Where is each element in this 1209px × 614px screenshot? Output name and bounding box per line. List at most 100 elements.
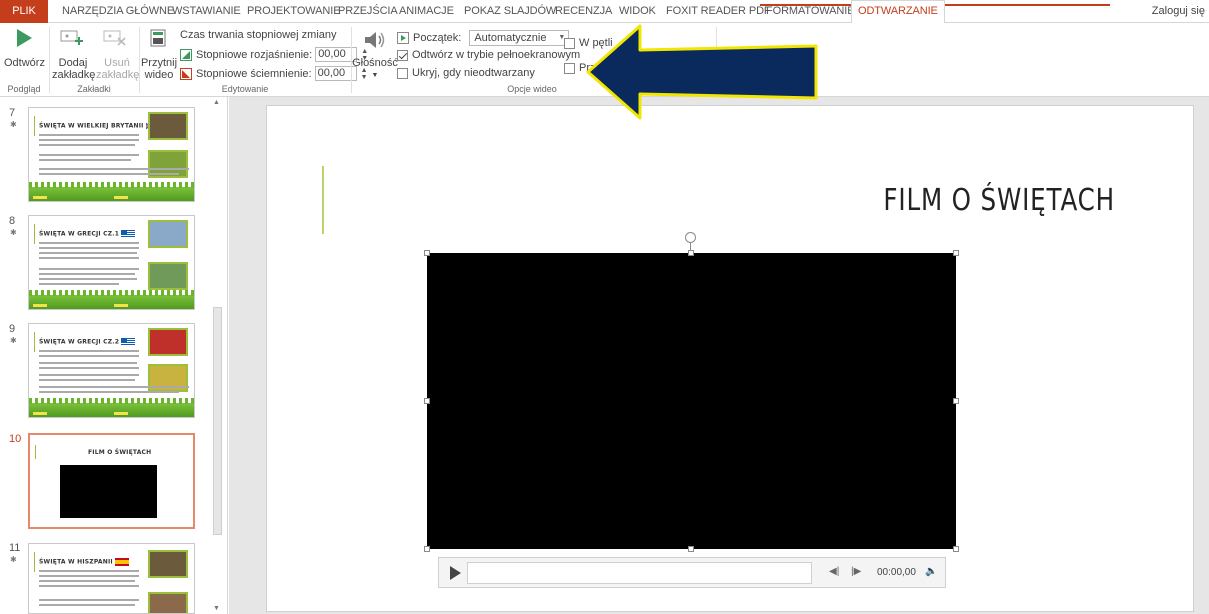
thumb-image [148,112,188,140]
scroll-down-icon[interactable]: ▼ [213,605,220,612]
play-preview-label: Odtwórz [4,57,45,69]
thumb-text-line [39,580,135,582]
scrollbar-thumb[interactable] [213,307,222,535]
slide-thumbnail-11[interactable]: ŚWIĘTA W HISZPANII [28,543,195,614]
thumb-image [148,220,188,248]
remove-bookmark-button[interactable] [97,29,133,50]
thumb-text-line [39,575,139,577]
add-bookmark-button[interactable] [54,29,90,50]
tab-view[interactable]: WIDOK [619,5,656,17]
thumb-text-line [39,604,135,606]
video-placeholder[interactable] [427,253,956,549]
resize-handle[interactable] [688,546,694,552]
tab-slideshow[interactable]: POKAZ SLAJDÓW [464,5,556,17]
start-row: Początek: Automatycznie ▼ [397,30,570,46]
thumb-text-line [39,585,139,587]
add-bookmark-line1: Dodaj [58,57,88,69]
fullscreen-checkbox[interactable] [397,49,408,61]
resize-handle[interactable] [424,546,430,552]
slide-thumbnail-7[interactable]: ŚWIĘTA W WIELKIEJ BRYTANII [28,107,195,202]
scroll-up-icon[interactable]: ▲ [213,99,220,106]
resize-handle[interactable] [953,250,959,256]
add-bookmark-icon [60,30,83,45]
thumb-text-line [39,257,139,259]
thumb-image [148,592,188,613]
thumb-text-line [39,379,135,381]
thumb-decoration [114,196,128,199]
tab-file[interactable]: PLIK [0,0,48,23]
spain-flag-icon [114,558,129,566]
start-dropdown[interactable]: Automatycznie ▼ [469,30,570,46]
remove-bookmark-label: Usuń zakładkę [96,57,139,81]
spin-arrows-icon[interactable]: ▲ ▼ [361,67,368,81]
group-label-editing: Edytowanie [221,84,269,94]
sign-in-link[interactable]: Zaloguj się [1152,5,1205,17]
tab-home[interactable]: NARZĘDZIA GŁÓWNE [62,5,174,17]
rotate-handle[interactable] [685,232,696,243]
resize-handle[interactable] [424,398,430,404]
trim-video-line1: Przytnij [140,57,178,69]
thumb-title: ŚWIĘTA W GRECJI CZ.2 [39,338,136,346]
start-label: Początek: [413,32,462,44]
thumb-text-line [39,139,139,141]
greece-flag-icon [121,230,136,238]
remove-bookmark-icon [103,30,126,46]
slide-number: 11 [9,542,21,554]
thumb-text-line [39,367,139,369]
slide-number: 9 [9,323,16,335]
volume-button[interactable] [360,29,388,54]
thumb-decoration [114,412,128,415]
volume-icon[interactable]: 🔈 [925,566,937,577]
thumb-image [148,550,188,578]
thumb-text-line [39,278,137,280]
resize-handle[interactable] [424,250,430,256]
fade-out-icon [180,67,192,80]
thumb-title: FILM O ŚWIĘTACH [88,449,152,456]
remove-bookmark-line1: Usuń [104,57,130,69]
tab-format[interactable]: FORMATOWANIE [766,5,855,17]
loop-checkbox[interactable] [564,37,575,49]
hide-option[interactable]: Ukryj, gdy nieodtwarzany [397,67,535,79]
tab-design[interactable]: PROJEKTOWANIE [247,5,341,17]
thumb-grass-decoration [29,182,194,201]
thumb-title-text: ŚWIĘTA W HISZPANII [39,558,113,566]
step-back-icon[interactable]: ◀| [829,566,839,577]
fullscreen-option[interactable]: Odtwórz w trybie pełnoekranowym [397,49,580,61]
slide-canvas[interactable]: FILM O ŚWIĘTACH ◀| |▶ 00:00,00 🔈 [266,105,1194,612]
tab-insert[interactable]: WSTAWIANIE [172,5,241,17]
group-label-bookmarks: Zakładki [77,84,111,94]
group-label-preview: Podgląd [7,84,41,94]
ribbon-tab-bar: PLIK NARZĘDZIA GŁÓWNE WSTAWIANIE PROJEKT… [0,0,1209,24]
resize-handle[interactable] [953,398,959,404]
fade-duration-label: Czas trwania stopniowej zmiany [180,29,337,41]
accent-line [34,116,35,136]
tab-review[interactable]: RECENZJA [555,5,612,17]
transition-star-icon: ✱ [10,228,17,237]
tab-playback[interactable]: ODTWARZANIE [851,0,945,24]
slide-thumbnail-10[interactable]: FILM O ŚWIĘTACH [28,433,195,529]
fade-in-icon [180,48,192,61]
thumbnail-scrollbar[interactable]: ▲ ▼ [211,97,224,614]
hide-label: Ukryj, gdy nieodtwarzany [412,67,535,79]
resize-handle[interactable] [953,546,959,552]
video-timeline[interactable] [467,562,812,584]
thumb-title-text: ŚWIĘTA W WIELKIEJ BRYTANII [39,122,144,130]
thumb-decoration [33,196,47,199]
rewind-checkbox[interactable] [564,62,575,74]
volume-dropdown-icon[interactable]: ▼ [370,70,380,82]
step-forward-icon[interactable]: |▶ [851,566,861,577]
slide-title[interactable]: FILM O ŚWIĘTACH [420,183,1115,218]
thumb-text-line [39,242,139,244]
tab-foxit[interactable]: FOXIT READER PDF [666,5,771,17]
trim-video-button[interactable] [142,27,174,54]
tab-animations[interactable]: ANIMACJE [399,5,454,17]
play-preview-button[interactable] [8,27,40,52]
thumb-text-line [39,570,139,572]
slide-thumbnail-9[interactable]: ŚWIĘTA W GRECJI CZ.2 [28,323,195,418]
play-icon[interactable] [450,566,461,580]
tab-transitions[interactable]: PRZEJŚCIA [338,5,398,17]
slide-thumbnail-8[interactable]: ŚWIĘTA W GRECJI CZ.1 [28,215,195,310]
fade-in-value: 00,00 [318,48,346,60]
hide-checkbox[interactable] [397,67,408,79]
resize-handle[interactable] [688,250,694,256]
